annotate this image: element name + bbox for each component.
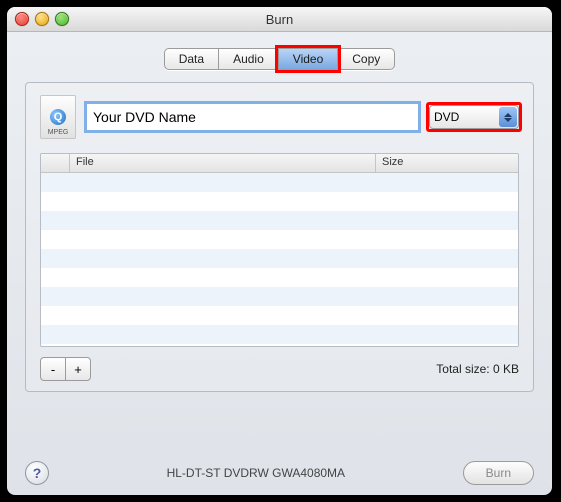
tab-audio[interactable]: Audio: [218, 48, 279, 70]
table-row: [41, 325, 518, 344]
column-file[interactable]: File: [70, 154, 376, 172]
disc-row: Q MPEG DVD: [40, 95, 519, 139]
table-row: [41, 192, 518, 211]
mpeg-file-icon: Q MPEG: [40, 95, 76, 139]
table-row: [41, 173, 518, 192]
footer-bar: ? HL-DT-ST DVDRW GWA4080MA Burn: [25, 461, 534, 485]
column-handle[interactable]: [41, 154, 70, 172]
table-header: File Size: [41, 154, 518, 173]
mpeg-label: MPEG: [48, 129, 69, 136]
drive-label: HL-DT-ST DVDRW GWA4080MA: [49, 466, 463, 480]
tab-data[interactable]: Data: [164, 48, 219, 70]
content-area: Data Audio Video Copy Q MPEG DVD: [7, 32, 552, 404]
tab-video[interactable]: Video: [278, 48, 338, 70]
total-size-label: Total size: 0 KB: [436, 362, 519, 376]
file-table: File Size: [40, 153, 519, 347]
quicktime-icon: Q: [50, 109, 66, 125]
disc-type-select-wrap: DVD: [429, 105, 519, 129]
window-controls: [15, 12, 69, 26]
zoom-icon[interactable]: [55, 12, 69, 26]
table-row: [41, 287, 518, 306]
app-window: Burn Data Audio Video Copy Q MPEG DV: [7, 7, 552, 495]
table-row: [41, 211, 518, 230]
remove-button[interactable]: -: [40, 357, 66, 381]
disc-type-select[interactable]: DVD: [429, 105, 519, 129]
table-row: [41, 230, 518, 249]
table-body[interactable]: [41, 173, 518, 347]
burn-button[interactable]: Burn: [463, 461, 534, 485]
add-remove-group: - +: [40, 357, 91, 381]
minimize-icon[interactable]: [35, 12, 49, 26]
table-row: [41, 268, 518, 287]
table-row: [41, 306, 518, 325]
main-panel: Q MPEG DVD File Size: [25, 82, 534, 392]
table-row: [41, 249, 518, 268]
tab-copy[interactable]: Copy: [337, 48, 395, 70]
disc-name-input[interactable]: [86, 103, 419, 131]
table-footer-row: - + Total size: 0 KB: [40, 357, 519, 381]
help-button[interactable]: ?: [25, 461, 49, 485]
add-button[interactable]: +: [65, 357, 91, 381]
mode-tabs: Data Audio Video Copy: [25, 48, 534, 70]
titlebar: Burn: [7, 7, 552, 32]
close-icon[interactable]: [15, 12, 29, 26]
column-size[interactable]: Size: [376, 154, 518, 172]
window-title: Burn: [7, 12, 552, 27]
